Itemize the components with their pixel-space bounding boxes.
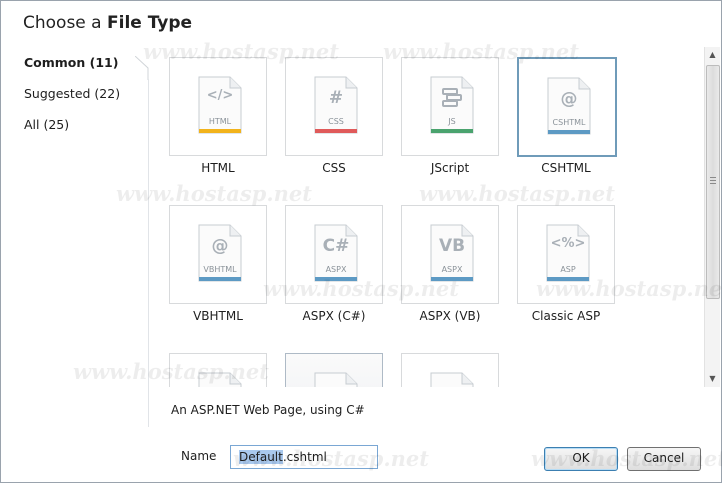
file-type-tile[interactable] xyxy=(169,353,267,387)
file-type-label: HTML xyxy=(201,161,235,175)
file-icon-badge: CSHTML xyxy=(552,118,586,127)
file-type-label: ASPX (C#) xyxy=(302,309,366,323)
file-type-tile[interactable]: JS xyxy=(401,57,499,156)
file-icon-badge: VBHTML xyxy=(203,265,237,274)
panel-divider xyxy=(148,79,149,427)
name-input-extension: .cshtml xyxy=(282,450,327,464)
file-type-label: JScript xyxy=(430,161,470,175)
gallery-scrollbar[interactable]: ▲ ▼ xyxy=(704,47,720,387)
file-type-tile[interactable]: C# ASPX xyxy=(285,205,383,304)
name-input-selection: Default xyxy=(239,450,283,464)
file-icon-badge: HTML xyxy=(208,117,232,126)
scrollbar-thumb[interactable] xyxy=(706,65,720,299)
name-input[interactable]: Default.cshtml xyxy=(230,445,378,469)
dialog-window: Choose a File Type Common (11) Suggested… xyxy=(0,0,722,483)
ok-button[interactable]: OK xyxy=(544,447,618,471)
file-type-tile[interactable]: VB ASPX xyxy=(401,205,499,304)
file-type-gallery: </> HTML HTML # CSS CSS JS JScript @ CSHTML CSHTML… xyxy=(153,47,702,387)
scroll-down-arrow-icon[interactable]: ▼ xyxy=(705,371,720,387)
file-icon-badge: CSS xyxy=(328,117,344,126)
file-icon-glyph: </> xyxy=(206,88,234,103)
file-icon-glyph: @ xyxy=(560,89,578,109)
file-icon-badge: ASPX xyxy=(325,265,347,274)
file-icon xyxy=(430,372,474,387)
scroll-up-arrow-icon[interactable]: ▲ xyxy=(705,47,720,63)
cancel-button[interactable]: Cancel xyxy=(627,447,701,471)
file-icon-glyph: VB xyxy=(438,236,466,256)
file-type-tile[interactable] xyxy=(401,353,499,387)
file-type-tile[interactable]: @ VBHTML xyxy=(169,205,267,304)
dialog-title: Choose a File Type xyxy=(23,13,193,33)
file-type-label: ASPX (VB) xyxy=(419,309,481,323)
category-pointer xyxy=(135,56,149,80)
file-type-label: VBHTML xyxy=(193,309,243,323)
file-icon-glyph: # xyxy=(328,88,344,108)
file-icon xyxy=(198,372,242,387)
file-icon-badge: ASPX xyxy=(441,265,463,274)
category-all[interactable]: All (25) xyxy=(24,117,69,132)
file-type-label: CSHTML xyxy=(541,161,591,175)
file-type-tile[interactable]: # CSS xyxy=(285,57,383,156)
category-common[interactable]: Common (11) xyxy=(24,55,118,70)
file-icon-badge: ASP xyxy=(560,265,576,274)
file-icon xyxy=(314,372,358,387)
file-type-tile[interactable]: @ CSHTML xyxy=(517,57,617,157)
category-suggested[interactable]: Suggested (22) xyxy=(24,86,120,101)
name-label: Name xyxy=(181,449,217,463)
file-type-tile[interactable]: <%> ASP xyxy=(517,205,615,304)
file-type-label: Classic ASP xyxy=(531,309,601,323)
file-type-tile[interactable] xyxy=(285,353,383,387)
file-icon-glyph: @ xyxy=(211,236,229,256)
file-icon-glyph: C# xyxy=(322,236,350,256)
file-type-label: CSS xyxy=(322,161,346,175)
file-icon-glyph: <%> xyxy=(550,236,586,251)
file-type-tile[interactable]: </> HTML xyxy=(169,57,267,156)
file-icon-badge: JS xyxy=(448,117,456,126)
file-type-description: An ASP.NET Web Page, using C# xyxy=(171,403,365,417)
